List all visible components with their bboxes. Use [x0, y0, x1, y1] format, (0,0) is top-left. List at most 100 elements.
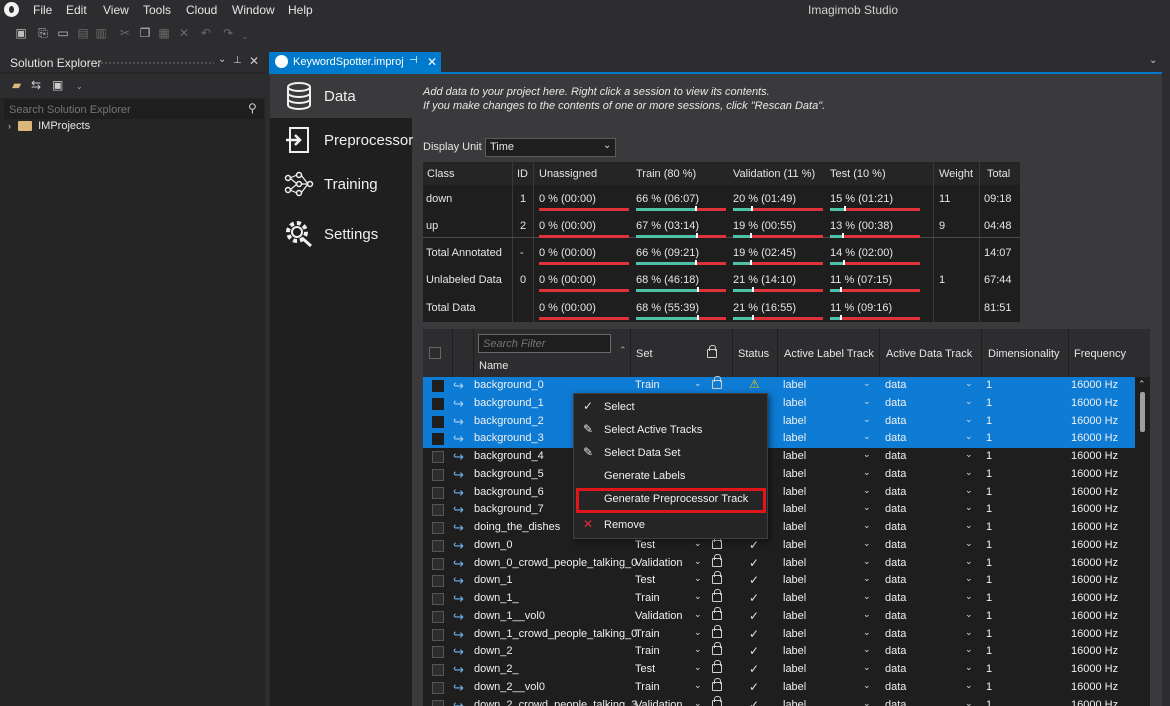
chevron-down-icon[interactable]: ⌄ — [863, 644, 871, 655]
save-all-icon[interactable]: ▥ — [94, 26, 108, 40]
lock-icon[interactable] — [712, 660, 722, 673]
grid-row[interactable]: ↪ down_0_crowd_people_talking_0 Validation… — [423, 553, 1135, 573]
chevron-down-icon[interactable]: ⌄ — [965, 414, 973, 425]
chevron-down-icon[interactable]: ⌄ — [965, 378, 973, 389]
grid-row[interactable]: ↪ down_2 Train ⌄ ✓ label ⌄ data ⌄ 1 16000 Hz — [423, 642, 1135, 661]
row-checkbox[interactable] — [432, 468, 444, 481]
chevron-down-icon[interactable]: ⌄ — [965, 520, 973, 531]
chevron-down-icon[interactable]: ⌄ — [863, 573, 871, 584]
chevron-down-icon[interactable]: ⌄ — [965, 609, 973, 620]
grid-row[interactable]: ↪ background_3 label ⌄ data ⌄ 1 16000 Hz — [423, 430, 1135, 449]
pin-icon[interactable]: ⊥ — [233, 55, 242, 66]
close-icon[interactable]: ✕ — [427, 55, 437, 69]
sync-icon[interactable]: ↪ — [453, 538, 464, 554]
sync-icon[interactable]: ↪ — [453, 485, 464, 501]
sync-icon[interactable]: ↪ — [453, 520, 464, 536]
chevron-down-icon[interactable]: ⌄ — [965, 467, 973, 478]
menu-item-select[interactable]: ✓ Select — [574, 396, 767, 418]
tab-overflow-icon[interactable]: ⌄ — [1149, 55, 1157, 66]
col-name[interactable]: Name — [479, 360, 508, 372]
sync-icon[interactable]: ↪ — [453, 680, 464, 696]
chevron-down-icon[interactable]: ⌄ — [863, 680, 871, 691]
chevron-down-icon[interactable]: ⌄ — [863, 485, 871, 496]
nav-preprocessor[interactable]: Preprocessor — [270, 118, 413, 162]
sync-icon[interactable]: ↪ — [453, 662, 464, 678]
new-folder-icon[interactable]: ▰ — [12, 78, 21, 92]
grid-row[interactable]: ↪ background_4 label ⌄ data ⌄ 1 16000 Hz — [423, 448, 1135, 466]
row-checkbox[interactable] — [432, 646, 444, 659]
search-icon[interactable]: ⚲ — [248, 101, 257, 115]
chevron-down-icon[interactable]: ⌄ — [965, 538, 973, 549]
new-file-icon[interactable]: ⎘ — [36, 26, 50, 40]
sync-icon[interactable]: ↪ — [453, 467, 464, 483]
sync-icon[interactable]: ↪ — [453, 591, 464, 607]
open-file-icon[interactable]: ▭ — [56, 26, 70, 40]
chevron-down-icon[interactable]: ⌄ — [965, 485, 973, 496]
chevron-down-icon[interactable]: ⌄ — [965, 502, 973, 513]
chevron-down-icon[interactable]: ⌄ — [965, 449, 973, 460]
lock-icon[interactable] — [712, 677, 722, 691]
redo-icon[interactable]: ↷ — [221, 26, 235, 40]
menu-cloud[interactable]: Cloud — [186, 3, 217, 17]
lock-icon[interactable] — [707, 345, 717, 358]
chevron-down-icon[interactable]: ⌄ — [694, 556, 702, 567]
row-checkbox[interactable] — [432, 504, 444, 517]
chevron-down-icon[interactable]: ⌄ — [965, 680, 973, 691]
row-checkbox[interactable] — [432, 681, 444, 694]
chevron-down-icon[interactable]: ⌄ — [694, 644, 702, 655]
chevron-down-icon[interactable]: ⌄ — [965, 644, 973, 655]
chevron-down-icon[interactable]: ⌄ — [863, 556, 871, 567]
chevron-down-icon[interactable]: ⌄ — [965, 573, 973, 584]
chevron-down-icon[interactable]: ⌄ — [694, 609, 702, 620]
sync-icon[interactable]: ↪ — [453, 396, 464, 412]
lock-icon[interactable] — [712, 642, 722, 656]
sync-icon[interactable]: ↪ — [453, 431, 464, 447]
collapse-all-icon[interactable]: ▣ — [52, 78, 63, 92]
grid-row[interactable]: ↪ down_1_ Train ⌄ ✓ label ⌄ data ⌄ 1 16000 Hz — [423, 589, 1135, 608]
menu-item-remove[interactable]: ✕ Remove — [574, 514, 767, 536]
grid-row[interactable]: ↪ down_1_crowd_people_talking_0 Train ⌄ ✓ lab… — [423, 624, 1135, 644]
row-checkbox[interactable] — [432, 415, 444, 428]
row-checkbox[interactable] — [432, 610, 444, 623]
document-tab[interactable]: KeywordSpotter.improj ⊣ ✕ — [269, 52, 441, 72]
solution-search-box[interactable]: ⚲ — [4, 99, 264, 119]
chevron-down-icon[interactable]: ⌄ — [694, 680, 702, 691]
lock-icon[interactable] — [712, 624, 722, 638]
expand-arrow-icon[interactable]: › — [8, 121, 11, 131]
grid-row[interactable]: ↪ doing_the_dishes label ⌄ data ⌄ 1 16000 Hz — [423, 519, 1135, 537]
pin-icon[interactable]: ⊣ — [409, 55, 418, 66]
dropdown-icon[interactable]: ⌄ — [218, 54, 226, 65]
menu-window[interactable]: Window — [232, 3, 275, 17]
new-project-icon[interactable]: ▣ — [14, 26, 28, 40]
grid-row[interactable]: ↪ background_1 label ⌄ data ⌄ 1 16000 Hz — [423, 394, 1135, 413]
sync-icon[interactable]: ↪ — [453, 698, 464, 706]
chevron-down-icon[interactable]: ⌄ — [965, 556, 973, 567]
chevron-down-icon[interactable]: ⌄ — [863, 538, 871, 549]
menu-item-select-data-set[interactable]: ✎ Select Data Set — [574, 442, 767, 464]
lock-icon[interactable] — [712, 376, 722, 389]
chevron-down-icon[interactable]: ⌄ — [965, 698, 973, 706]
chevron-down-icon[interactable]: ⌄ — [863, 698, 871, 706]
row-checkbox[interactable] — [432, 628, 444, 641]
nav-settings[interactable]: Settings — [270, 212, 412, 256]
menu-file[interactable]: File — [33, 3, 52, 17]
menu-item-select-active-tracks[interactable]: ✎ Select Active Tracks — [574, 419, 767, 441]
nav-data[interactable]: Data — [270, 74, 412, 118]
grid-row[interactable]: ↪ background_0 Train ⌄ ⚠ label ⌄ data ⌄ 1 16000 Hz — [423, 376, 1135, 395]
sync-icon[interactable]: ⇆ — [31, 78, 41, 92]
chevron-down-icon[interactable]: ⌄ — [694, 591, 702, 602]
sync-icon[interactable]: ↪ — [453, 609, 464, 625]
chevron-down-icon[interactable]: ⌄ — [863, 396, 871, 407]
undo-icon[interactable]: ↶ — [199, 26, 213, 40]
row-checkbox[interactable] — [432, 451, 444, 463]
chevron-down-icon[interactable]: ⌄ — [694, 627, 702, 638]
grid-row[interactable]: ↪ down_1 Test ⌄ ✓ label ⌄ data ⌄ 1 16000 Hz — [423, 571, 1135, 590]
chevron-down-icon[interactable]: ⌄ — [694, 378, 702, 389]
menu-view[interactable]: View — [103, 3, 129, 17]
delete-icon[interactable]: ✕ — [177, 26, 191, 40]
sync-icon[interactable]: ↪ — [453, 573, 464, 589]
sort-up-icon[interactable]: ⌃ — [619, 345, 627, 356]
col-active-label-track[interactable]: Active Label Track — [784, 348, 874, 360]
chevron-down-icon[interactable]: ⌄ — [863, 520, 871, 531]
display-unit-select[interactable]: Time ⌄ — [485, 138, 616, 157]
